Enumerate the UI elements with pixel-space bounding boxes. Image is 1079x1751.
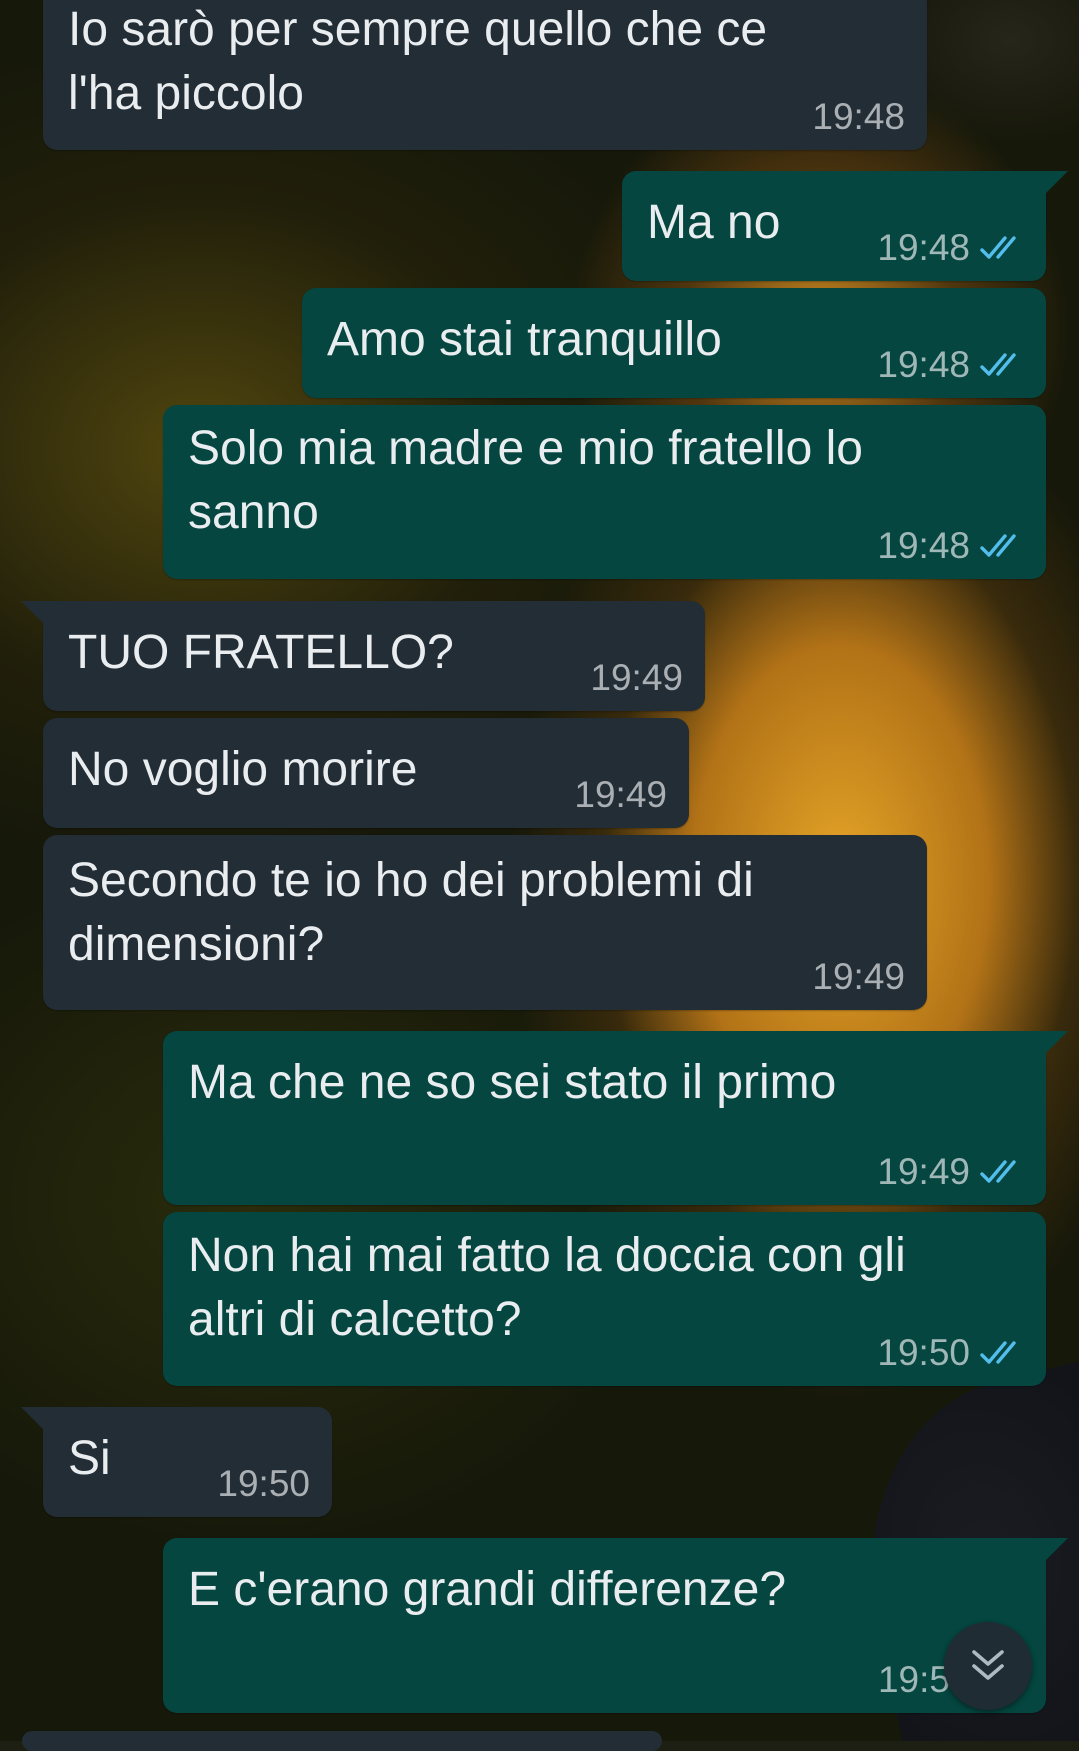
message-bubble-incoming[interactable]: No voglio morire 19:49 [43, 718, 689, 828]
message-bubble-incoming[interactable]: Secondo te io ho dei problemi di dimensi… [43, 835, 927, 1010]
message-time: 19:48 [812, 96, 905, 137]
message-bubble-outgoing[interactable]: Amo stai tranquillo 19:48 [302, 288, 1046, 398]
message-bubble-incoming[interactable]: Si 19:50 [21, 1407, 332, 1517]
message-time: 19:50 [877, 1332, 970, 1373]
message-time: 19:48 [877, 525, 970, 566]
message-meta: 19:48 [877, 344, 1024, 386]
message-time: 19:48 [877, 344, 970, 385]
read-double-check-icon [980, 534, 1016, 557]
message-meta: 19:49 [590, 657, 683, 699]
bubble-tail [1044, 171, 1068, 195]
read-double-check-icon [980, 236, 1016, 259]
message-text: Ma no [647, 196, 781, 249]
message-meta: 19:5 [878, 1659, 950, 1701]
message-time: 19:49 [812, 956, 905, 997]
message-meta: 19:49 [812, 956, 905, 998]
message-text: Ma che ne so sei stato il primo [188, 1056, 837, 1109]
message-text: No voglio morire [68, 743, 418, 796]
message-text: TUO FRATELLO? [68, 626, 454, 679]
double-chevron-down-icon [972, 1650, 1004, 1680]
message-bubble-outgoing[interactable]: Non hai mai fatto la doccia con gli altr… [163, 1212, 1046, 1386]
message-text: Solo mia madre e mio fratello lo sanno [188, 422, 863, 539]
message-meta: 19:49 [574, 774, 667, 816]
message-bubble-incoming[interactable]: Io sarò per sempre quello che ce l'ha pi… [43, 0, 927, 150]
message-text: Io sarò per sempre quello che ce l'ha pi… [68, 3, 768, 120]
message-meta: 19:50 [877, 1332, 1024, 1374]
message-time: 19:5 [877, 1659, 950, 1700]
message-meta: 19:48 [877, 525, 1024, 567]
message-time: 19:49 [574, 774, 667, 815]
message-meta: 19:48 [812, 96, 905, 138]
scroll-to-bottom-button[interactable] [944, 1622, 1032, 1710]
message-text: Amo stai tranquillo [327, 313, 722, 366]
read-double-check-icon [980, 1160, 1016, 1183]
message-bubble-outgoing[interactable]: Ma che ne so sei stato il primo 19:49 [163, 1031, 1068, 1205]
read-double-check-icon [980, 353, 1016, 376]
bubble-tail [1044, 1538, 1068, 1562]
bubble-tail [21, 601, 45, 625]
message-bubble-outgoing[interactable]: Solo mia madre e mio fratello lo sanno 1… [163, 405, 1046, 579]
read-double-check-icon [980, 1341, 1016, 1364]
bubble-tail [21, 1407, 45, 1431]
message-time: 19:49 [590, 657, 683, 698]
message-text: Si [68, 1432, 111, 1485]
message-text: E c'erano grandi differenze? [188, 1563, 787, 1616]
message-bubble-outgoing[interactable]: Ma no 19:48 [622, 171, 1068, 281]
message-time: 19:50 [217, 1463, 310, 1504]
message-meta: 19:50 [217, 1463, 310, 1505]
message-time: 19:49 [877, 1151, 970, 1192]
message-meta: 19:48 [877, 227, 1024, 269]
message-text: Non hai mai fatto la doccia con gli altr… [188, 1229, 906, 1346]
bubble-tail [1044, 1031, 1068, 1055]
message-text: Secondo te io ho dei problemi di dimensi… [68, 854, 754, 971]
message-meta: 19:49 [877, 1151, 1024, 1193]
message-time: 19:48 [877, 227, 970, 268]
message-bubble-outgoing[interactable]: E c'erano grandi differenze? 19:5 [163, 1538, 1068, 1713]
next-message-bubble-peek [22, 1731, 662, 1751]
message-bubble-incoming[interactable]: TUO FRATELLO? 19:49 [21, 601, 705, 711]
